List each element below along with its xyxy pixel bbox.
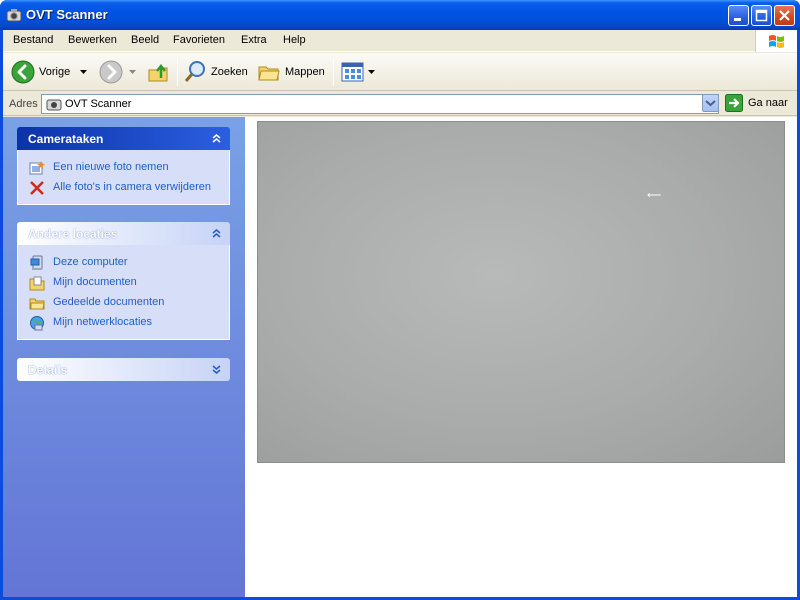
place-label: Deze computer [53,256,128,268]
address-label: Adres [9,98,38,110]
computer-icon [30,255,43,270]
menu-tools[interactable]: Extra [241,34,267,46]
preview-artifact: ⟵ [647,190,662,201]
up-folder-icon [148,63,168,82]
address-input[interactable]: OVT Scanner [41,94,719,114]
views-dropdown-icon [368,69,375,74]
camera-icon [29,161,45,175]
task-pane: Camerataken Een nieuwe foto nemen Alle f… [3,117,245,597]
back-dropdown-icon[interactable] [80,69,88,75]
task-label: Alle foto's in camera verwijderen [53,181,212,193]
collapse-chevron-icon[interactable] [209,131,224,146]
camera-preview-image[interactable]: ⟵ [257,121,785,463]
toolbar: Vorige Zoeken Mappen [3,53,797,91]
menu-file[interactable]: Bestand [13,34,53,46]
go-button[interactable]: Ga naar [725,94,788,112]
search-icon [184,61,205,82]
views-icon [341,62,364,82]
back-arrow-icon [11,60,35,84]
place-label: Gedeelde documenten [53,296,165,308]
place-network[interactable]: Mijn netwerklocaties [18,313,229,333]
address-value: OVT Scanner [65,98,132,110]
forward-dropdown-icon[interactable] [129,69,136,75]
menu-view[interactable]: Beeld [131,34,159,46]
expand-chevron-icon[interactable] [209,362,224,377]
folders-button[interactable]: Mappen [257,59,325,85]
menu-favorites[interactable]: Favorieten [173,34,225,46]
maximize-icon [755,9,768,22]
close-icon [779,10,790,21]
documents-icon [29,276,45,291]
task-label: Een nieuwe foto nemen [53,161,169,173]
camera-icon [6,9,22,22]
delete-icon [30,181,44,195]
forward-button[interactable] [99,59,136,85]
details-panel: Details [17,358,230,381]
explorer-window: OVT Scanner Bestand Bewerken Beeld Favor… [0,0,800,600]
toolbar-separator [177,58,178,86]
maximize-button[interactable] [751,5,772,26]
windows-flag-icon [769,35,784,48]
forward-arrow-icon [99,60,123,84]
window-body: Bestand Bewerken Beeld Favorieten Extra … [3,30,797,597]
task-take-photo[interactable]: Een nieuwe foto nemen [18,158,229,178]
minimize-icon [734,18,741,21]
menu-help[interactable]: Help [283,34,306,46]
folders-icon [258,66,280,81]
go-label: Ga naar [748,97,788,109]
search-button[interactable]: Zoeken [183,59,248,85]
camera-tasks-title: Camerataken [28,132,104,146]
details-title: Details [28,363,68,377]
go-arrow-icon [725,94,743,112]
collapse-chevron-icon[interactable] [209,226,224,241]
close-button[interactable] [774,5,795,26]
place-label: Mijn documenten [53,276,137,288]
camera-tasks-header[interactable]: Camerataken [17,127,230,150]
windows-logo [755,30,797,52]
toolbar-separator [333,58,334,86]
back-button[interactable]: Vorige [11,59,88,85]
other-places-title: Andere locaties [28,227,118,241]
place-my-documents[interactable]: Mijn documenten [18,273,229,293]
menu-edit[interactable]: Bewerken [68,34,117,46]
address-bar: Adres OVT Scanner Ga naar [3,92,797,116]
search-label: Zoeken [211,66,248,78]
network-icon [30,316,44,331]
place-shared-documents[interactable]: Gedeelde documenten [18,293,229,313]
address-dropdown-button[interactable] [702,94,719,112]
details-header[interactable]: Details [17,358,230,381]
up-folder-button[interactable] [147,59,171,85]
chevron-down-icon [705,100,716,107]
views-button[interactable] [341,59,375,85]
place-my-computer[interactable]: Deze computer [18,253,229,273]
menu-bar: Bestand Bewerken Beeld Favorieten Extra … [3,30,797,52]
window-title: OVT Scanner [26,7,108,22]
minimize-button[interactable] [728,5,749,26]
folder-icon [29,298,45,310]
camera-icon [46,99,62,111]
other-places-panel: Andere locaties Deze computer Mijn docum… [17,222,230,340]
content-area: ⟵ [245,117,797,597]
other-places-body: Deze computer Mijn documenten Gedeelde d… [17,245,230,340]
task-delete-photos[interactable]: Alle foto's in camera verwijderen [18,178,229,198]
folders-label: Mappen [285,66,325,78]
title-bar[interactable]: OVT Scanner [0,0,800,30]
place-label: Mijn netwerklocaties [53,316,153,328]
back-label: Vorige [39,66,71,78]
other-places-header[interactable]: Andere locaties [17,222,230,245]
camera-tasks-body: Een nieuwe foto nemen Alle foto's in cam… [17,150,230,205]
camera-tasks-panel: Camerataken Een nieuwe foto nemen Alle f… [17,127,230,205]
